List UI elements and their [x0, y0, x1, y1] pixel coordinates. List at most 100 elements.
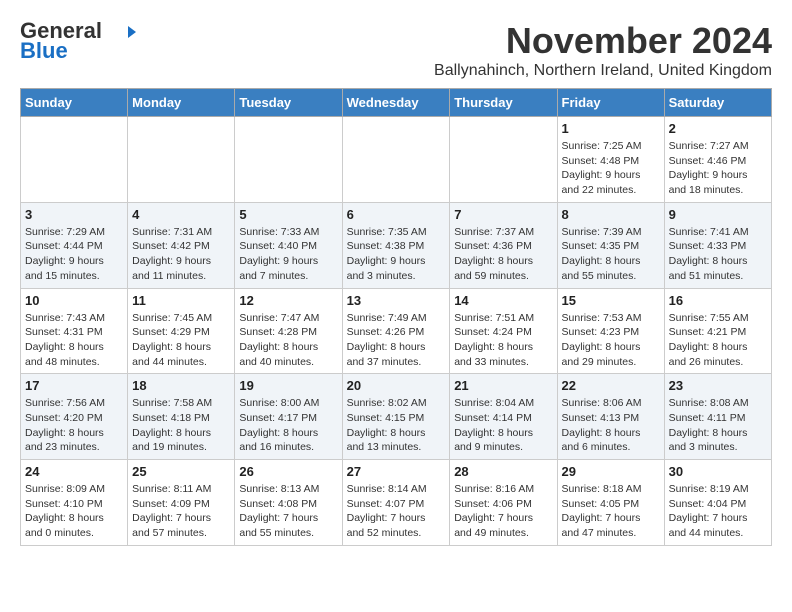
table-row: 13 Sunrise: 7:49 AM Sunset: 4:26 PM Dayli… — [342, 288, 450, 374]
day-number: 17 — [25, 378, 123, 393]
day-info: Sunrise: 7:55 AM Sunset: 4:21 PM Dayligh… — [669, 311, 767, 370]
table-row: 6Sunrise: 7:35 AM Sunset: 4:38 PM Daylig… — [342, 202, 450, 288]
table-row: 21 Sunrise: 8:04 AM Sunset: 4:14 PM Dayli… — [450, 374, 557, 460]
table-row: 15 Sunrise: 7:53 AM Sunset: 4:23 PM Dayli… — [557, 288, 664, 374]
table-row — [450, 117, 557, 203]
day-info: Sunrise: 7:37 AM Sunset: 4:36 PM Dayligh… — [454, 225, 552, 284]
day-info: Sunrise: 7:56 AM Sunset: 4:20 PM Dayligh… — [25, 396, 123, 455]
day-info: Sunrise: 7:47 AM Sunset: 4:28 PM Dayligh… — [239, 311, 337, 370]
table-row: 2 Sunrise: 7:27 AM Sunset: 4:46 PM Daylig… — [664, 117, 771, 203]
day-info: Sunrise: 8:02 AM Sunset: 4:15 PM Dayligh… — [347, 396, 446, 455]
day-number: 5 — [239, 207, 337, 222]
day-info: Sunrise: 7:41 AM Sunset: 4:33 PM Dayligh… — [669, 225, 767, 284]
location-subtitle: Ballynahinch, Northern Ireland, United K… — [434, 62, 772, 80]
table-row: 19 Sunrise: 8:00 AM Sunset: 4:17 PM Dayli… — [235, 374, 342, 460]
calendar-week-row: 1 Sunrise: 7:25 AM Sunset: 4:48 PM Daylig… — [21, 117, 772, 203]
day-number: 18 — [132, 378, 230, 393]
day-info: Sunrise: 8:09 AM Sunset: 4:10 PM Dayligh… — [25, 482, 123, 541]
day-number: 10 — [25, 293, 123, 308]
day-info: Sunrise: 7:45 AM Sunset: 4:29 PM Dayligh… — [132, 311, 230, 370]
day-number: 14 — [454, 293, 552, 308]
day-info: Sunrise: 7:51 AM Sunset: 4:24 PM Dayligh… — [454, 311, 552, 370]
table-row: 8 Sunrise: 7:39 AM Sunset: 4:35 PM Daylig… — [557, 202, 664, 288]
table-row — [342, 117, 450, 203]
day-number: 29 — [562, 464, 660, 479]
day-info: Sunrise: 8:00 AM Sunset: 4:17 PM Dayligh… — [239, 396, 337, 455]
day-info: Sunrise: 7:25 AM Sunset: 4:48 PM Dayligh… — [562, 139, 660, 198]
col-friday: Friday — [557, 89, 664, 117]
day-info: Sunrise: 7:53 AM Sunset: 4:23 PM Dayligh… — [562, 311, 660, 370]
day-info: Sunrise: 7:33 AM Sunset: 4:40 PM Dayligh… — [239, 225, 337, 284]
day-info: Sunrise: 8:19 AM Sunset: 4:04 PM Dayligh… — [669, 482, 767, 541]
day-number: 1 — [562, 121, 660, 136]
day-number: 9 — [669, 207, 767, 222]
table-row: 7 Sunrise: 7:37 AM Sunset: 4:36 PM Daylig… — [450, 202, 557, 288]
day-info: Sunrise: 7:43 AM Sunset: 4:31 PM Dayligh… — [25, 311, 123, 370]
day-number: 20 — [347, 378, 446, 393]
table-row: 26 Sunrise: 8:13 AM Sunset: 4:08 PM Dayli… — [235, 460, 342, 546]
day-number: 25 — [132, 464, 230, 479]
day-number: 2 — [669, 121, 767, 136]
day-number: 26 — [239, 464, 337, 479]
day-number: 8 — [562, 207, 660, 222]
table-row: 1 Sunrise: 7:25 AM Sunset: 4:48 PM Daylig… — [557, 117, 664, 203]
day-info: Sunrise: 8:16 AM Sunset: 4:06 PM Dayligh… — [454, 482, 552, 541]
day-number: 22 — [562, 378, 660, 393]
table-row: 27Sunrise: 8:14 AM Sunset: 4:07 PM Dayli… — [342, 460, 450, 546]
calendar-week-row: 17 Sunrise: 7:56 AM Sunset: 4:20 PM Dayli… — [21, 374, 772, 460]
month-year-title: November 2024 — [434, 20, 772, 62]
table-row: 22 Sunrise: 8:06 AM Sunset: 4:13 PM Dayli… — [557, 374, 664, 460]
calendar-header-row: Sunday Monday Tuesday Wednesday Thursday… — [21, 89, 772, 117]
day-info: Sunrise: 8:11 AM Sunset: 4:09 PM Dayligh… — [132, 482, 230, 541]
day-number: 11 — [132, 293, 230, 308]
col-saturday: Saturday — [664, 89, 771, 117]
table-row: 29 Sunrise: 8:18 AM Sunset: 4:05 PM Dayli… — [557, 460, 664, 546]
table-row: 24 Sunrise: 8:09 AM Sunset: 4:10 PM Dayli… — [21, 460, 128, 546]
calendar-week-row: 3Sunrise: 7:29 AM Sunset: 4:44 PM Daylig… — [21, 202, 772, 288]
day-info: Sunrise: 8:13 AM Sunset: 4:08 PM Dayligh… — [239, 482, 337, 541]
day-info: Sunrise: 7:58 AM Sunset: 4:18 PM Dayligh… — [132, 396, 230, 455]
day-info: Sunrise: 7:49 AM Sunset: 4:26 PM Dayligh… — [347, 311, 446, 370]
table-row — [21, 117, 128, 203]
day-number: 15 — [562, 293, 660, 308]
table-row — [128, 117, 235, 203]
logo: General Blue — [20, 20, 136, 64]
day-number: 7 — [454, 207, 552, 222]
day-number: 24 — [25, 464, 123, 479]
day-number: 30 — [669, 464, 767, 479]
table-row: 5 Sunrise: 7:33 AM Sunset: 4:40 PM Daylig… — [235, 202, 342, 288]
col-wednesday: Wednesday — [342, 89, 450, 117]
day-info: Sunrise: 7:35 AM Sunset: 4:38 PM Dayligh… — [347, 225, 446, 284]
table-row: 16Sunrise: 7:55 AM Sunset: 4:21 PM Dayli… — [664, 288, 771, 374]
day-info: Sunrise: 7:31 AM Sunset: 4:42 PM Dayligh… — [132, 225, 230, 284]
table-row: 17 Sunrise: 7:56 AM Sunset: 4:20 PM Dayli… — [21, 374, 128, 460]
calendar-table: Sunday Monday Tuesday Wednesday Thursday… — [20, 88, 772, 546]
table-row: 11 Sunrise: 7:45 AM Sunset: 4:29 PM Dayli… — [128, 288, 235, 374]
table-row: 14 Sunrise: 7:51 AM Sunset: 4:24 PM Dayli… — [450, 288, 557, 374]
title-block: November 2024 Ballynahinch, Northern Ire… — [434, 20, 772, 80]
col-tuesday: Tuesday — [235, 89, 342, 117]
day-info: Sunrise: 8:14 AM Sunset: 4:07 PM Dayligh… — [347, 482, 446, 541]
day-info: Sunrise: 7:27 AM Sunset: 4:46 PM Dayligh… — [669, 139, 767, 198]
day-number: 19 — [239, 378, 337, 393]
page-header: General Blue November 2024 Ballynahinch,… — [20, 20, 772, 80]
day-number: 4 — [132, 207, 230, 222]
day-info: Sunrise: 7:39 AM Sunset: 4:35 PM Dayligh… — [562, 225, 660, 284]
table-row: 12 Sunrise: 7:47 AM Sunset: 4:28 PM Dayli… — [235, 288, 342, 374]
logo-blue: Blue — [20, 38, 68, 64]
day-number: 28 — [454, 464, 552, 479]
col-monday: Monday — [128, 89, 235, 117]
day-info: Sunrise: 8:06 AM Sunset: 4:13 PM Dayligh… — [562, 396, 660, 455]
day-info: Sunrise: 8:04 AM Sunset: 4:14 PM Dayligh… — [454, 396, 552, 455]
day-number: 21 — [454, 378, 552, 393]
day-info: Sunrise: 8:18 AM Sunset: 4:05 PM Dayligh… — [562, 482, 660, 541]
col-thursday: Thursday — [450, 89, 557, 117]
calendar-week-row: 10 Sunrise: 7:43 AM Sunset: 4:31 PM Dayli… — [21, 288, 772, 374]
table-row: 18 Sunrise: 7:58 AM Sunset: 4:18 PM Dayli… — [128, 374, 235, 460]
day-number: 13 — [347, 293, 446, 308]
table-row: 10 Sunrise: 7:43 AM Sunset: 4:31 PM Dayli… — [21, 288, 128, 374]
table-row: 3Sunrise: 7:29 AM Sunset: 4:44 PM Daylig… — [21, 202, 128, 288]
day-number: 12 — [239, 293, 337, 308]
table-row: 30 Sunrise: 8:19 AM Sunset: 4:04 PM Dayli… — [664, 460, 771, 546]
table-row: 25 Sunrise: 8:11 AM Sunset: 4:09 PM Dayli… — [128, 460, 235, 546]
